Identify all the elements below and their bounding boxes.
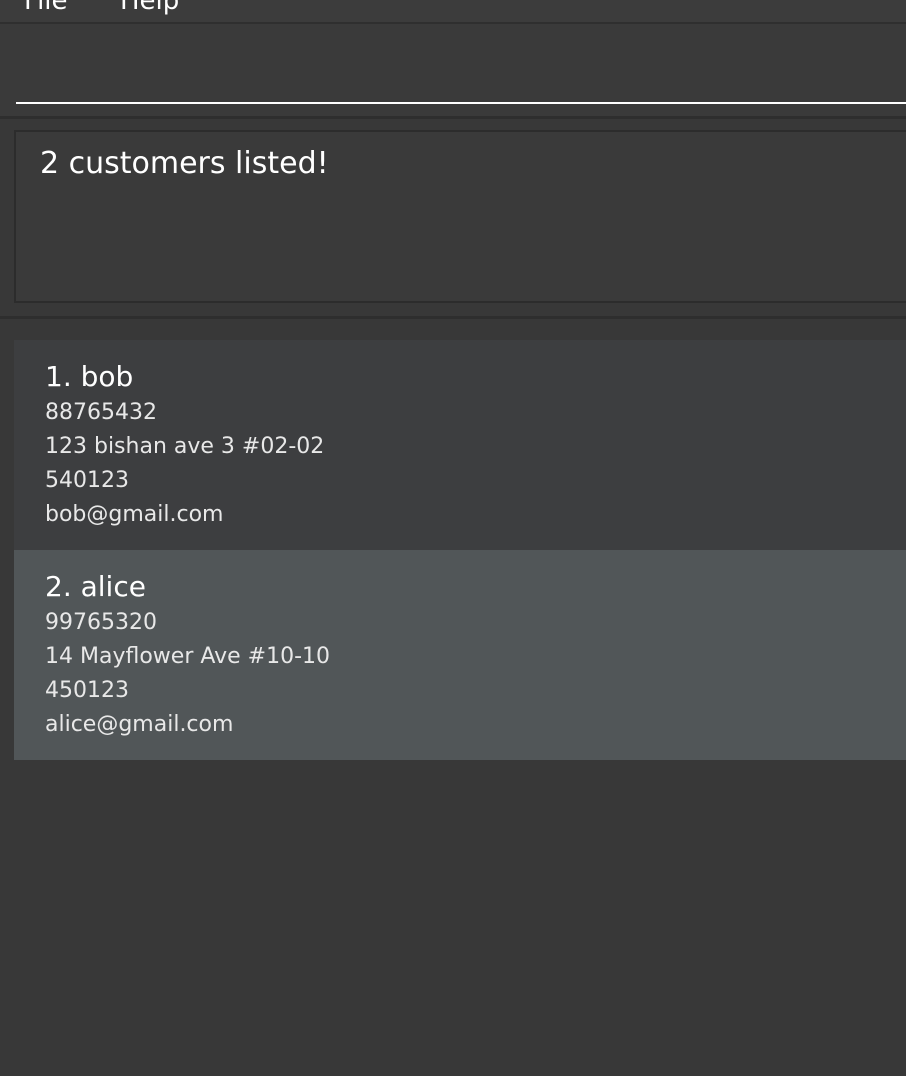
menu-help[interactable]: Help (120, 0, 179, 16)
customer-name: 2. alice (45, 570, 146, 603)
customer-address: 14 Mayflower Ave #10-10 (45, 644, 331, 669)
customer-email: alice@gmail.com (45, 712, 234, 737)
menu-bar: File Help (0, 0, 906, 24)
command-input[interactable] (16, 24, 906, 104)
customer-card-selected[interactable]: 2. alice 99765320 14 Mayflower Ave #10-1… (14, 550, 906, 760)
result-display-panel: 2 customers listed! (0, 119, 906, 319)
command-box-panel (0, 24, 906, 119)
customer-phone: 99765320 (45, 610, 157, 635)
customer-list[interactable]: 1. bob 88765432 123 bishan ave 3 #02-02 … (14, 340, 906, 760)
customer-email: bob@gmail.com (45, 502, 224, 527)
result-display[interactable]: 2 customers listed! (14, 130, 906, 303)
result-message: 2 customers listed! (40, 146, 329, 181)
customer-phone: 88765432 (45, 400, 157, 425)
customer-postal: 540123 (45, 468, 129, 493)
customer-card[interactable]: 1. bob 88765432 123 bishan ave 3 #02-02 … (14, 340, 906, 550)
customer-postal: 450123 (45, 678, 129, 703)
menu-file[interactable]: File (24, 0, 68, 16)
customer-list-panel: 1. bob 88765432 123 bishan ave 3 #02-02 … (0, 319, 906, 1076)
customer-address: 123 bishan ave 3 #02-02 (45, 434, 325, 459)
customer-name: 1. bob (45, 360, 134, 393)
